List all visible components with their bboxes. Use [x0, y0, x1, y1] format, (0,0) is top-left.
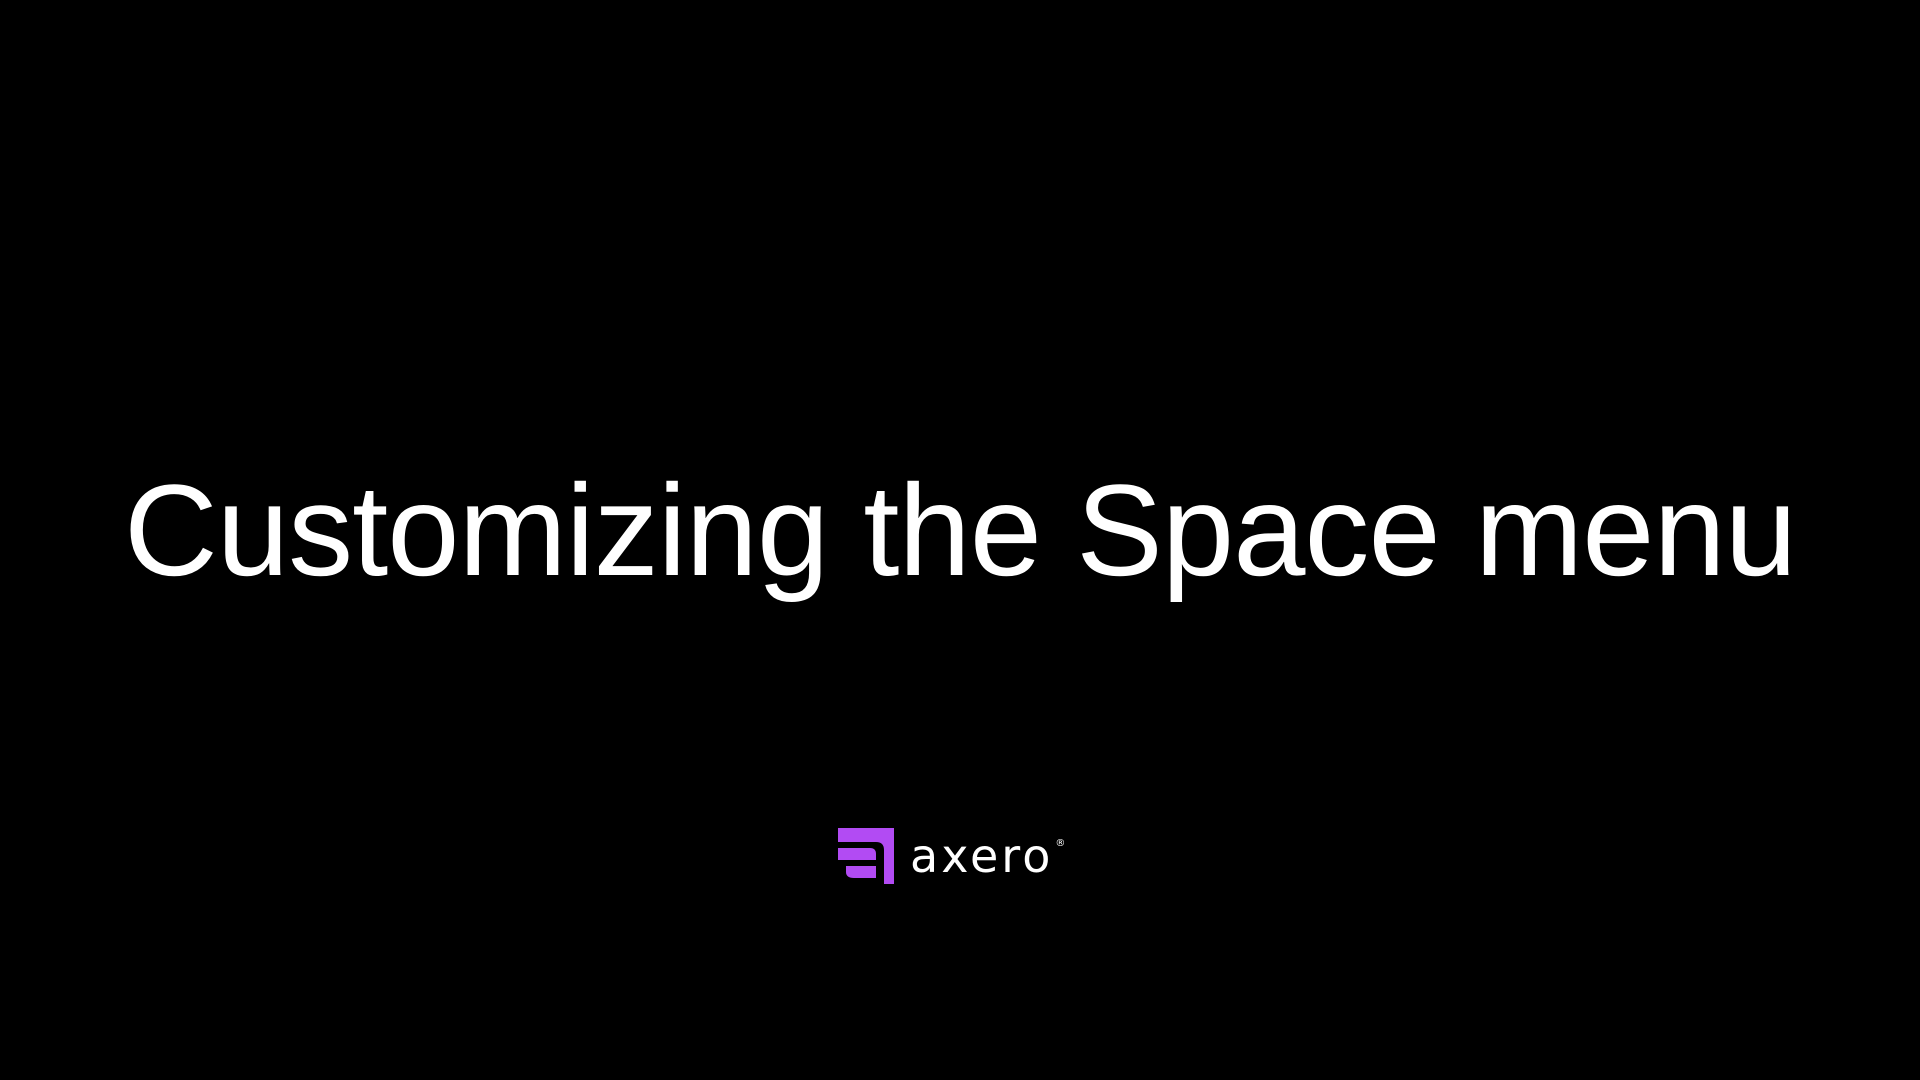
registered-mark: ® — [1055, 838, 1069, 849]
axero-logo-mark-icon — [838, 828, 894, 884]
title-slide: Customizing the Space menu axero ® — [0, 0, 1920, 1080]
slide-title: Customizing the Space menu — [123, 457, 1797, 603]
axero-wordmark: axero ® — [910, 833, 1068, 879]
wordmark-text: axero — [910, 829, 1054, 883]
axero-logo: axero ® — [838, 828, 1068, 884]
